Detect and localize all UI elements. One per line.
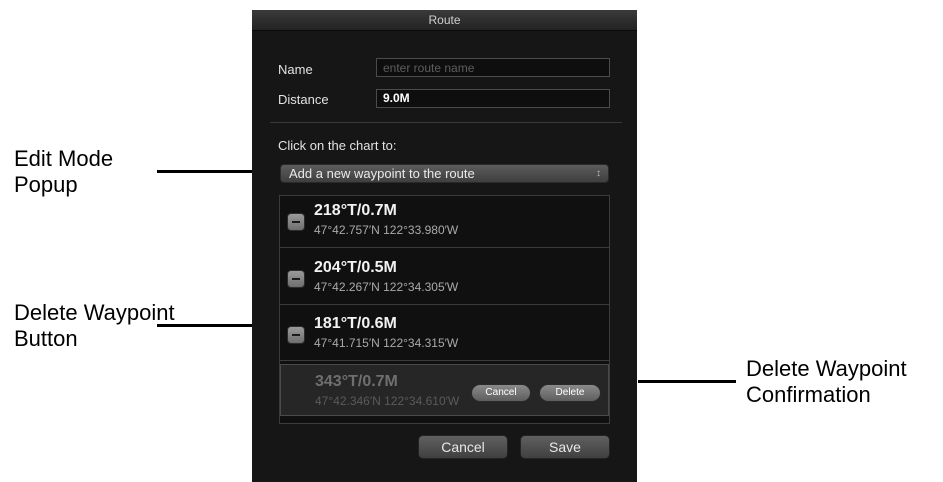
callout-line-1: Edit Mode	[14, 146, 114, 171]
waypoint-list: 218°T/0.7M 47°42.757′N 122°33.980′W 204°…	[279, 195, 610, 424]
waypoint-row[interactable]: 204°T/0.5M 47°42.267′N 122°34.305′W	[280, 253, 609, 305]
waypoint-row[interactable]: 181°T/0.6M 47°41.715′N 122°34.315′W	[280, 309, 609, 361]
waypoint-position: 47°41.715′N 122°34.315′W	[314, 336, 459, 350]
edit-mode-prompt: Click on the chart to:	[278, 138, 397, 153]
delete-waypoint-button[interactable]	[287, 213, 305, 231]
callout-delete-button: Delete Waypoint Button	[14, 300, 175, 352]
leader-edit-mode	[157, 170, 253, 173]
waypoint-bearing: 343°T/0.7M	[315, 373, 398, 390]
callout-line-1: Delete Waypoint	[14, 300, 175, 325]
callout-delete-confirmation: Delete Waypoint Confirmation	[746, 356, 907, 408]
confirm-delete-button[interactable]: Delete	[539, 384, 601, 402]
callout-line-1: Delete Waypoint	[746, 356, 907, 381]
callout-edit-mode: Edit Mode Popup	[14, 146, 113, 198]
waypoint-position: 47°42.267′N 122°34.305′W	[314, 280, 459, 294]
route-name-input[interactable]	[376, 58, 610, 77]
callout-line-2: Confirmation	[746, 382, 871, 407]
panel-title: Route	[252, 10, 637, 31]
name-label: Name	[278, 62, 313, 77]
save-button[interactable]: Save	[520, 435, 610, 459]
edit-mode-popup[interactable]: Add a new waypoint to the route ↕	[280, 164, 609, 183]
leader-delete-confirmation	[638, 380, 736, 383]
divider	[270, 122, 622, 123]
cancel-button[interactable]: Cancel	[418, 435, 508, 459]
waypoint-row[interactable]: 218°T/0.7M 47°42.757′N 122°33.980′W	[280, 196, 609, 248]
popup-arrows-icon: ↕	[596, 168, 601, 179]
distance-field: 9.0M	[376, 89, 610, 108]
route-panel: Route Name Distance 9.0M Click on the ch…	[252, 10, 637, 482]
waypoint-row-pending-delete[interactable]: 343°T/0.7M 47°42.346′N 122°34.610′W Canc…	[280, 364, 609, 416]
callout-line-2: Popup	[14, 172, 78, 197]
confirm-cancel-button[interactable]: Cancel	[471, 384, 531, 402]
waypoint-position: 47°42.757′N 122°33.980′W	[314, 223, 459, 237]
distance-label: Distance	[278, 92, 329, 107]
waypoint-position: 47°42.346′N 122°34.610′W	[315, 394, 460, 408]
waypoint-bearing: 218°T/0.7M	[314, 202, 397, 219]
delete-waypoint-button[interactable]	[287, 326, 305, 344]
delete-waypoint-button[interactable]	[287, 270, 305, 288]
edit-mode-selected: Add a new waypoint to the route	[289, 166, 475, 181]
waypoint-bearing: 181°T/0.6M	[314, 315, 397, 332]
callout-line-2: Button	[14, 326, 78, 351]
waypoint-bearing: 204°T/0.5M	[314, 259, 397, 276]
leader-delete-button	[157, 324, 253, 327]
